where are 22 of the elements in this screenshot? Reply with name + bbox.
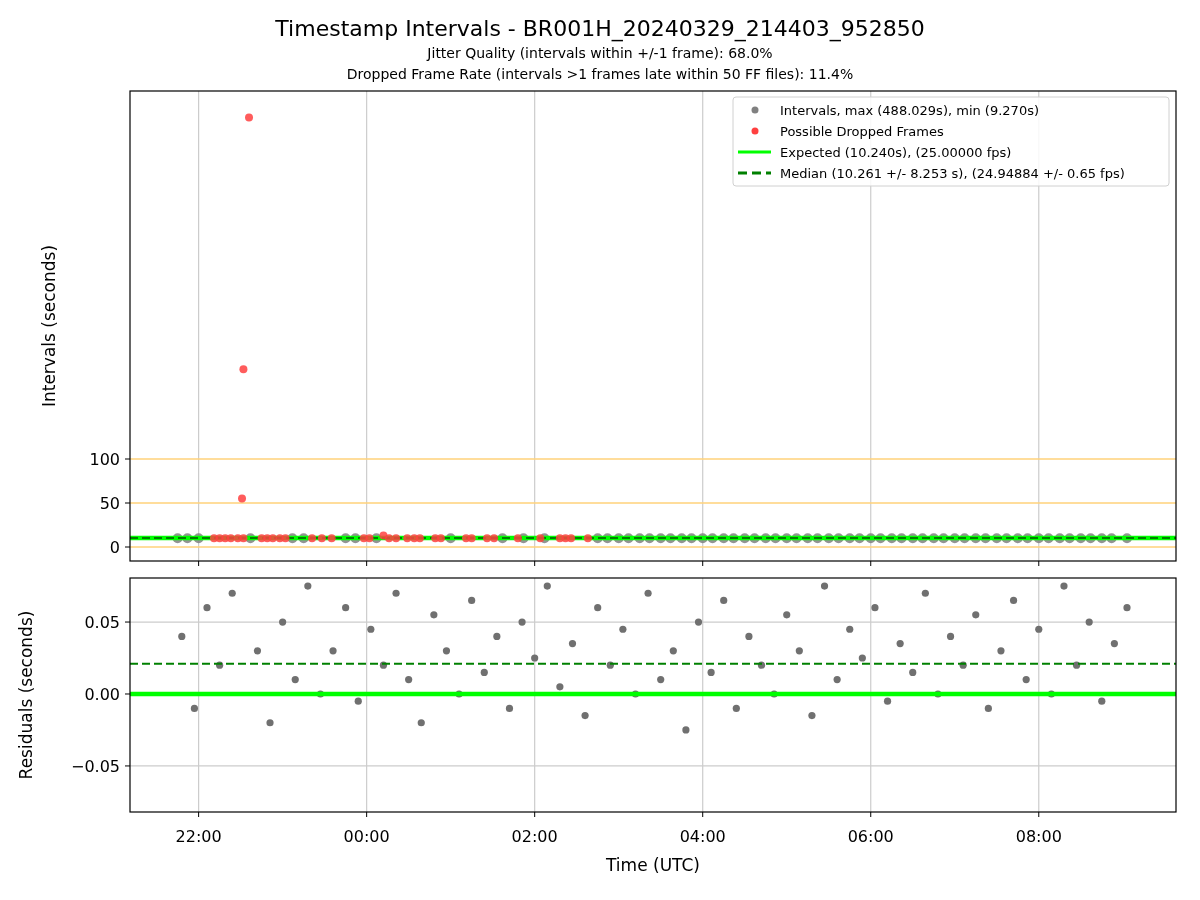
tick-label: 0.00 [84, 685, 120, 704]
legend-label: Median (10.261 +/- 8.253 s), (24.94884 +/- 0.65 fps) [780, 165, 1125, 181]
tick-label: 04:00 [679, 827, 726, 846]
tick-label: 100 [89, 450, 120, 469]
axis-label: Time (UTC) [606, 855, 700, 875]
figure-subtitle: Dropped Frame Rate (intervals >1 frames late within 50 FF files): 11.4% [346, 65, 854, 84]
tick-label: 08:00 [1015, 827, 1062, 846]
tick-label: 50 [99, 494, 120, 513]
tick-label: 0 [109, 538, 120, 557]
tick-label: 02:00 [511, 827, 558, 846]
tick-label: −0.05 [70, 756, 120, 776]
figure-title: Timestamp Intervals - BR001H_20240329_214403_952850 [275, 15, 925, 43]
axis-label: Intervals (seconds) [39, 244, 59, 408]
tick-label: 00:00 [343, 827, 390, 846]
tick-label: 22:00 [175, 827, 222, 846]
legend-label: Intervals, max (488.029s), min (9.270s) [780, 102, 1039, 118]
legend-label: Expected (10.240s), (25.00000 fps) [780, 144, 1012, 160]
figure-subtitle: Jitter Quality (intervals within +/-1 frame): 68.0% [427, 44, 773, 63]
axis-label: Residuals (seconds) [16, 610, 36, 780]
tick-label: 0.05 [84, 613, 120, 633]
tick-label: 06:00 [847, 827, 894, 846]
legend-label: Possible Dropped Frames [780, 123, 944, 139]
